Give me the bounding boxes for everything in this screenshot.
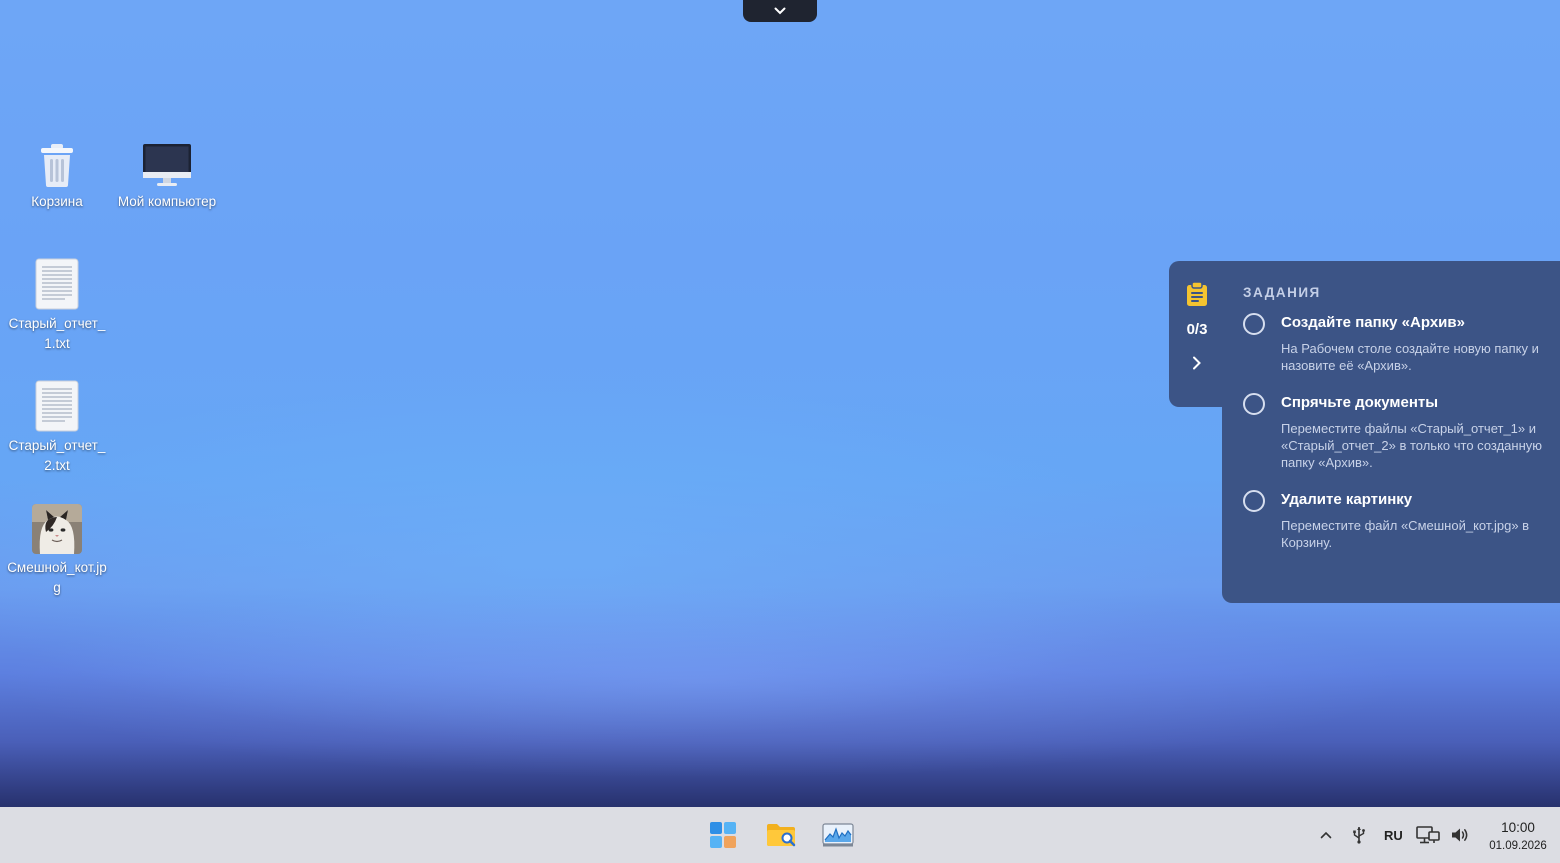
tasks-collapse-button[interactable] [1192,356,1202,375]
desktop-icon-label: Смешной_кот.jpg [7,560,107,595]
volume-icon [1452,828,1468,842]
task-description: На Рабочем столе создайте новую папку и … [1281,341,1539,373]
network-wired-icon [1416,826,1440,844]
clock-date: 01.09.2026 [1489,840,1547,852]
tasks-progress: 0/3 [1186,321,1208,338]
chevron-right-icon [1193,356,1201,370]
start-menu-icon [710,822,736,848]
desktop-icon-label: Корзина [31,194,83,209]
desktop-icon-trash[interactable]: Корзина [2,132,112,212]
text-file-icon [35,258,79,310]
chevron-up-icon [1320,831,1332,839]
chevron-down-icon [774,7,786,15]
desktop-icon-label: Мой компьютер [117,194,217,209]
task-description: Переместите файлы «Старый_отчет_1» и «Ст… [1281,421,1543,470]
file-manager-button[interactable] [764,819,798,851]
task-status-checkbox[interactable] [1243,490,1265,512]
desktop-icon-my-computer[interactable]: Мой компьютер [112,132,222,212]
usb-icon [1353,827,1365,844]
taskbar-clock[interactable]: 10:00 01.09.2026 [1482,820,1554,854]
start-menu-button[interactable] [706,819,740,851]
tasks-heading: ЗАДАНИЯ [1243,285,1321,300]
system-monitor-icon [822,823,854,847]
text-file-icon [35,380,79,432]
task-title: Удалите картинку [1281,491,1413,508]
task-item: Удалите картинку Переместите файл «Смешн… [1243,489,1542,551]
task-title: Создайте папку «Архив» [1281,314,1465,331]
tasks-panel: ЗАДАНИЯ Создайте папку «Архив» На Рабоче… [1222,261,1560,603]
task-title: Спрячьте документы [1281,394,1439,411]
top-panel-toggle[interactable] [743,0,817,22]
file-manager-icon [767,824,796,847]
trash-icon [41,144,73,187]
clipboard-icon [1187,281,1207,306]
keyboard-layout-indicator: RU [1384,827,1403,843]
taskbar: RU 10:00 01.09.2026 [0,807,1560,863]
clock-time: 10:00 [1501,820,1535,835]
tray-language[interactable]: RU [1384,807,1403,863]
desktop-icon-label: Старый_отчет_1.txt [8,316,106,351]
desktop-icon-label: Старый_отчет_2.txt [8,438,106,473]
desktop-icon-old-report-1[interactable]: Старый_отчет_1.txt [2,254,112,354]
task-status-checkbox[interactable] [1243,313,1265,335]
monitor-icon [143,144,191,186]
tasks-tab[interactable]: 0/3 [1169,261,1225,407]
tray-network[interactable] [1416,807,1440,863]
tray-expand-button[interactable] [1320,807,1332,863]
system-monitor-button[interactable] [821,819,855,851]
tray-usb[interactable] [1352,807,1366,863]
desktop-icon-old-report-2[interactable]: Старый_отчет_2.txt [2,376,112,476]
task-description: Переместите файл «Смешной_кот.jpg» в Кор… [1281,518,1530,550]
task-item: Создайте папку «Архив» На Рабочем столе … [1243,312,1542,374]
tray-volume[interactable] [1451,807,1469,863]
task-status-checkbox[interactable] [1243,393,1265,415]
task-item: Спрячьте документы Переместите файлы «Ст… [1243,392,1542,471]
desktop-icon-funny-cat[interactable]: Смешной_кот.jpg [2,498,112,598]
image-file-icon [32,504,82,554]
